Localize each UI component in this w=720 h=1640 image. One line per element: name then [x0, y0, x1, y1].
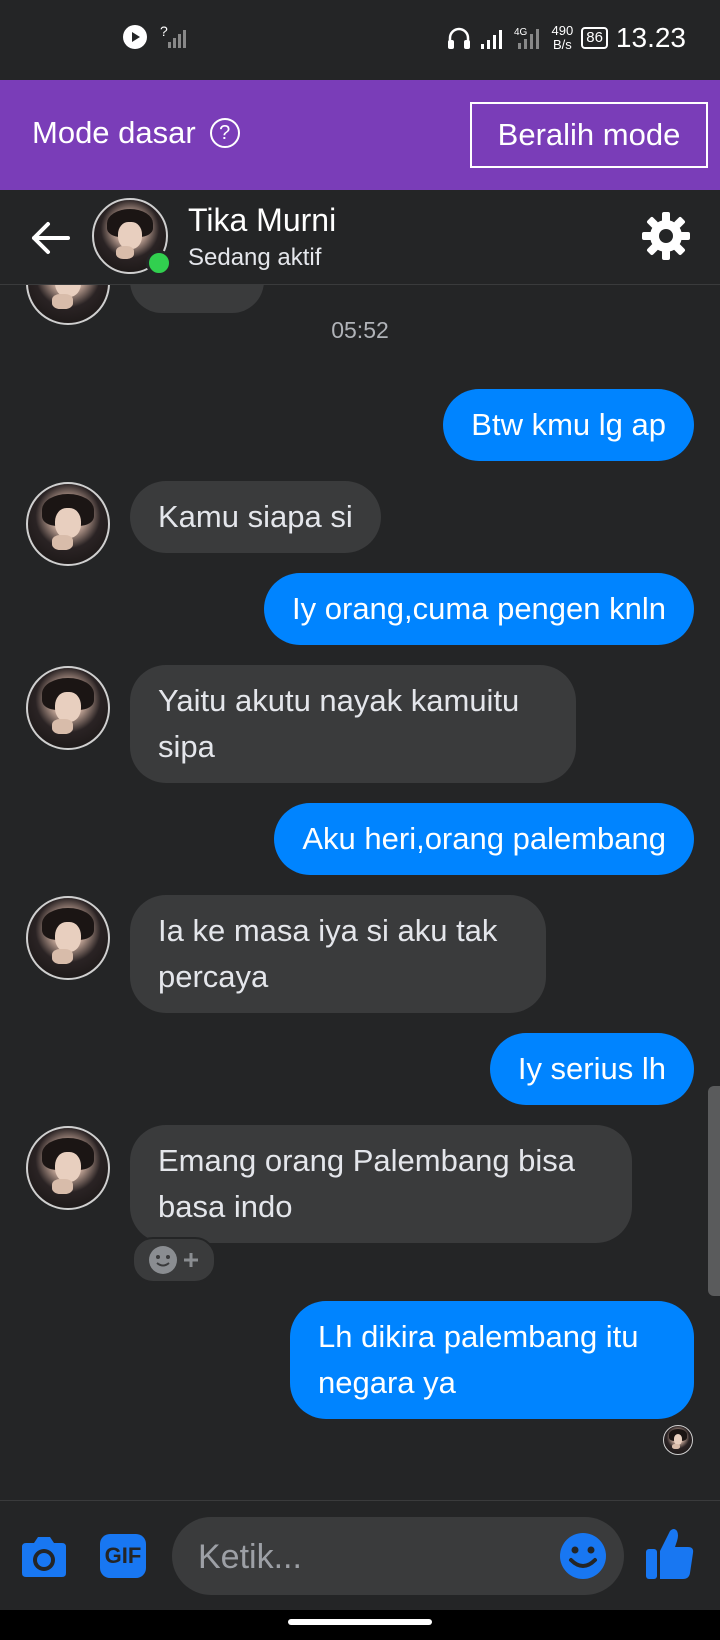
- battery-level: 86: [586, 29, 603, 46]
- emoji-icon[interactable]: [558, 1531, 608, 1581]
- contact-message-avatar: [26, 1126, 110, 1210]
- back-arrow-icon[interactable]: [28, 216, 72, 260]
- contact-message-avatar: [26, 896, 110, 980]
- headphones-icon: [447, 27, 470, 49]
- message-list[interactable]: 05:52 Btw kmu lg ap Kamu siapa si Iy ora…: [0, 285, 720, 1500]
- svg-text:4G: 4G: [514, 27, 528, 38]
- message-bubble-incoming[interactable]: Emang orang Palembang bisa basa indo: [130, 1125, 632, 1243]
- signal-no-sim-icon: ?: [160, 24, 186, 48]
- help-icon[interactable]: ?: [209, 118, 240, 148]
- speed-unit: B/s: [552, 37, 572, 52]
- signal-icon: [480, 30, 502, 49]
- chat-header: Tika Murni Sedang aktif: [0, 190, 720, 285]
- message-bubble-outgoing[interactable]: Iy orang,cuma pengen knln: [264, 573, 694, 645]
- speed-value: 490: [551, 23, 574, 38]
- online-indicator: [146, 250, 172, 276]
- plus-icon: [184, 1253, 198, 1267]
- contact-status: Sedang aktif: [188, 244, 322, 271]
- message-bubble-outgoing[interactable]: Aku heri,orang palembang: [274, 803, 694, 875]
- battery-indicator: 86: [581, 27, 608, 49]
- contact-message-avatar: [26, 666, 110, 750]
- media-play-icon: [123, 25, 147, 49]
- message-bubble-incoming[interactable]: Yaitu akutu nayak kamuitu sipa: [130, 665, 576, 783]
- message-input[interactable]: [196, 1517, 530, 1597]
- smiley-icon: [149, 1246, 177, 1274]
- timestamp: 05:52: [331, 317, 389, 343]
- switch-mode-button[interactable]: Beralih mode: [470, 102, 708, 168]
- svg-text:?: ?: [160, 24, 168, 39]
- status-left: ?: [122, 24, 188, 50]
- scrollbar-thumb[interactable]: [708, 1086, 720, 1296]
- seen-receipt-avatar: [663, 1425, 693, 1455]
- contact-message-avatar: [26, 482, 110, 566]
- composer-bar: GIF: [0, 1500, 720, 1611]
- home-indicator[interactable]: [288, 1619, 432, 1625]
- status-right: 4G 490 B/s 86 13.23: [446, 22, 686, 54]
- gif-button[interactable]: GIF: [100, 1534, 146, 1578]
- mode-label-group: Mode dasar ?: [32, 115, 240, 151]
- message-bubble-outgoing[interactable]: Btw kmu lg ap: [443, 389, 694, 461]
- mode-label: Mode dasar: [32, 115, 196, 150]
- gear-icon[interactable]: [640, 210, 692, 262]
- contact-name[interactable]: Tika Murni: [188, 202, 336, 239]
- camera-icon[interactable]: [18, 1531, 70, 1583]
- system-nav-bar: [0, 1610, 720, 1640]
- status-time: 13.23: [615, 22, 686, 53]
- add-reaction-button[interactable]: [132, 1237, 216, 1283]
- network-speed: 490 B/s: [552, 24, 574, 52]
- message-bubble-outgoing[interactable]: Lh dikira palembang itu negara ya: [290, 1301, 694, 1419]
- message-bubble-incoming[interactable]: Kamu siapa si: [130, 481, 381, 553]
- mode-bar: Mode dasar ? Beralih mode: [0, 80, 720, 190]
- thumbs-up-icon[interactable]: [644, 1525, 696, 1581]
- message-bubble-incoming[interactable]: Ia ke masa iya si aku tak percaya: [130, 895, 546, 1013]
- message-bubble-partial[interactable]: [130, 285, 264, 313]
- status-bar: ? 4G 490 B/s 86 13.23: [0, 0, 720, 80]
- message-bubble-outgoing[interactable]: Iy serius lh: [489, 1033, 694, 1105]
- message-input-wrapper[interactable]: [172, 1517, 624, 1597]
- network-4g-icon: 4G: [514, 27, 539, 49]
